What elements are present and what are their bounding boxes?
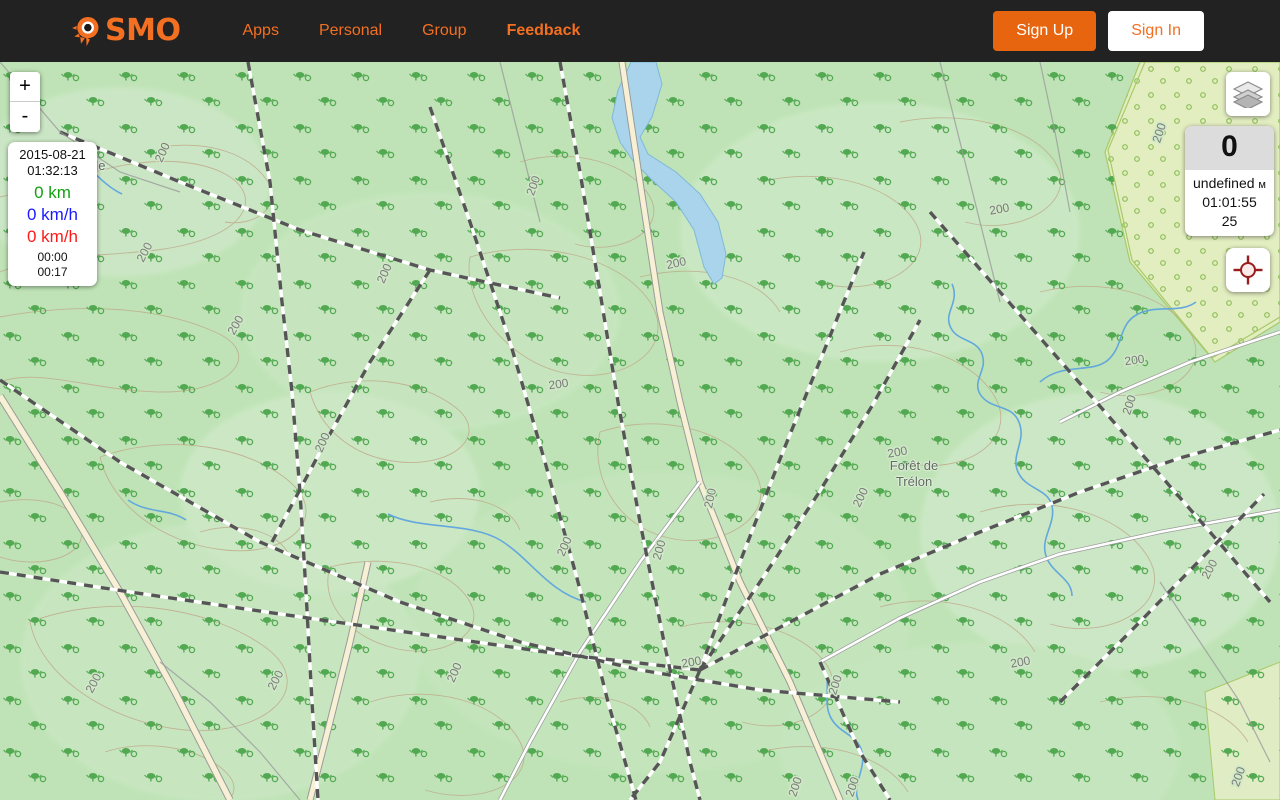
map-tiles: 200200200200 2002002002002002002002002002… xyxy=(0,62,1280,800)
stats-big-value: 0 xyxy=(1185,126,1274,170)
sign-up-button[interactable]: Sign Up xyxy=(993,11,1097,51)
zoom-in-button[interactable]: + xyxy=(10,72,40,102)
gps-stats-panel: 0 undefined м 01:01:55 25 xyxy=(1185,126,1274,236)
track-speed-current: 0 km/h xyxy=(26,204,79,224)
stats-duration: 01:01:55 xyxy=(1202,193,1257,210)
zoom-controls: + - xyxy=(10,72,40,132)
logo[interactable]: SMO xyxy=(70,13,181,48)
layers-button[interactable] xyxy=(1226,72,1270,116)
layers-stack-icon xyxy=(1233,81,1263,108)
nav-link-group[interactable]: Group xyxy=(402,22,486,40)
track-time: 01:32:13 xyxy=(27,163,78,179)
nav-links: Apps Personal Group Feedback xyxy=(222,22,600,40)
map-canvas[interactable]: 200 200 200 200 200 200 200 200 200 200 200 200 200 2… xyxy=(0,62,1280,800)
track-elapsed-moving: 00:00 xyxy=(37,250,68,265)
track-date: 2015-08-21 xyxy=(19,147,86,162)
top-navbar: SMO Apps Personal Group Feedback Sign Up… xyxy=(0,0,1280,62)
track-elapsed-total: 00:17 xyxy=(37,265,68,280)
locate-button[interactable] xyxy=(1226,248,1270,292)
stats-unit-suffix: м xyxy=(1258,179,1266,191)
stats-unit-text: undefined xyxy=(1193,175,1255,191)
stats-count: 25 xyxy=(1221,212,1238,229)
stats-unit-line: undefined м xyxy=(1185,170,1274,193)
logo-text: SMO xyxy=(105,13,181,48)
nav-link-apps[interactable]: Apps xyxy=(222,22,298,40)
nav-auth-buttons: Sign Up Sign In xyxy=(993,0,1204,62)
contour-elevation-label: 200 xyxy=(548,376,570,393)
track-info-panel: 2015-08-21 01:32:13 0 km 0 km/h 0 km/h 0… xyxy=(8,142,97,287)
osmo-eye-logo-icon xyxy=(72,16,99,47)
sign-in-button[interactable]: Sign In xyxy=(1108,11,1204,51)
track-speed-max: 0 km/h xyxy=(26,227,79,246)
nav-link-feedback[interactable]: Feedback xyxy=(487,22,601,40)
nav-link-personal[interactable]: Personal xyxy=(299,22,402,40)
zoom-out-button[interactable]: - xyxy=(10,102,40,132)
crosshair-target-icon xyxy=(1233,255,1263,285)
contour-elevation-label: 200 xyxy=(1124,352,1146,369)
track-distance: 0 km xyxy=(34,182,71,202)
